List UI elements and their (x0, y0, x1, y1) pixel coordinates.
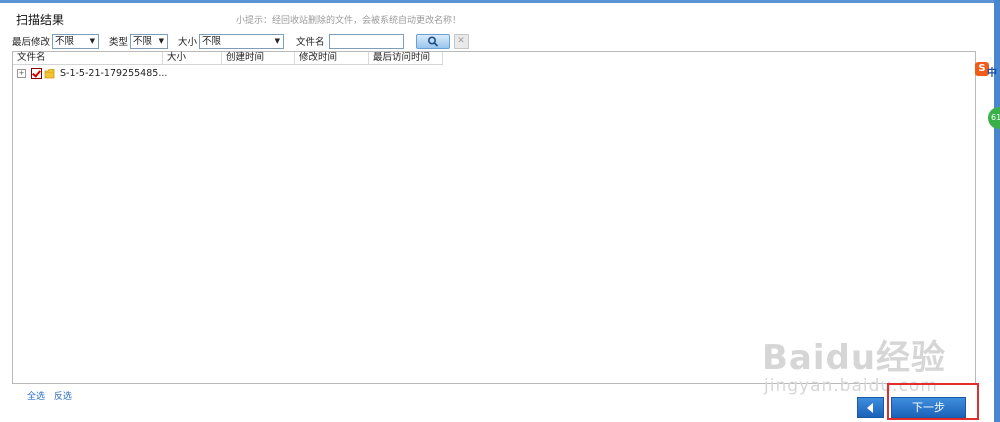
chevron-down-icon: ▼ (158, 36, 165, 45)
clear-button[interactable]: ✕ (453, 33, 469, 49)
type-select-value: 不限 (133, 35, 153, 47)
back-button[interactable] (857, 397, 884, 418)
column-header-size[interactable]: 大小 (163, 52, 222, 64)
table-header: 文件名 大小 创建时间 修改时间 最后访问时间 (13, 52, 443, 65)
baidu-watermark-logo: Baidu经验 (762, 338, 947, 378)
ime-language-indicator[interactable]: 中 (987, 64, 997, 79)
filter-bar: 最后修改 不限 ▼ 类型 不限 ▼ 大小 不限 ▼ 文件名 ✕ (12, 33, 469, 49)
size-select[interactable]: 不限 ▼ (199, 33, 285, 49)
filename-input[interactable] (328, 33, 404, 49)
chevron-down-icon: ▼ (89, 36, 96, 45)
hint-text: 小提示：经回收站删除的文件，会被系统自动更改名称！ (236, 16, 462, 26)
table-row[interactable]: + S-1-5-21-179255485... (17, 67, 167, 79)
last-modified-label: 最后修改 (12, 37, 51, 48)
ime-badge[interactable]: 61 (988, 107, 1000, 129)
window-top-border (0, 0, 1000, 3)
type-select[interactable]: 不限 ▼ (130, 33, 169, 49)
search-icon (427, 35, 438, 47)
type-label: 类型 (109, 37, 129, 48)
last-modified-select-value: 不限 (55, 35, 75, 47)
size-select-value: 不限 (202, 35, 222, 47)
search-button[interactable] (415, 33, 450, 49)
column-header-modified[interactable]: 修改时间 (295, 52, 369, 64)
page-title: 扫描结果 (16, 13, 65, 27)
column-header-created[interactable]: 创建时间 (222, 52, 295, 64)
invert-selection-link[interactable]: 反选 (54, 392, 72, 402)
column-header-name[interactable]: 文件名 (13, 52, 163, 64)
row-filename: S-1-5-21-179255485... (60, 67, 168, 79)
chevron-down-icon: ▼ (274, 36, 281, 45)
column-header-last-access[interactable]: 最后访问时间 (369, 52, 443, 64)
selection-links: 全选 反选 (27, 389, 78, 402)
last-modified-select[interactable]: 不限 ▼ (52, 33, 100, 49)
next-button-highlight (887, 383, 979, 420)
select-all-link[interactable]: 全选 (27, 392, 45, 402)
size-label: 大小 (178, 37, 198, 48)
folder-icon (44, 68, 55, 78)
row-checkbox[interactable] (31, 67, 42, 79)
filename-label: 文件名 (296, 37, 325, 48)
expand-icon[interactable]: + (17, 68, 26, 78)
